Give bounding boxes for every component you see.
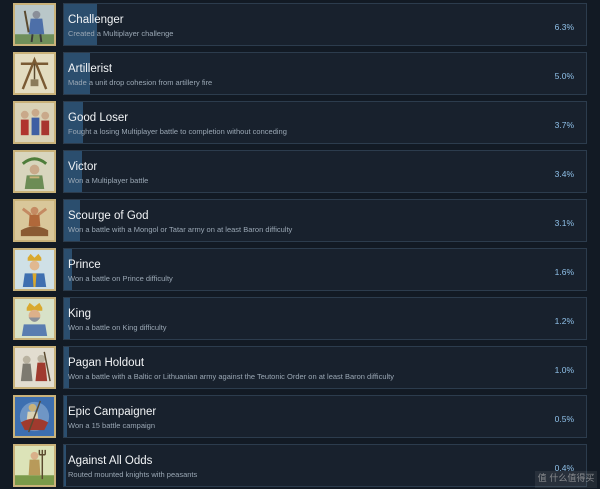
achievement-panel: Epic Campaigner Won a 15 battle campaign… [63,395,587,438]
achievement-title: Against All Odds [68,455,153,467]
achievement-title: Prince [68,259,101,271]
achievement-percent: 0.5% [554,414,574,424]
achievement-description: Won a 15 battle campaign [68,421,156,430]
peasant-pitchfork-icon [13,444,56,487]
achievement-panel: King Won a battle on King difficulty 1.2… [63,297,587,340]
achievement-percent: 5.0% [554,71,574,81]
achievement-row-victor[interactable]: Victor Won a Multiplayer battle 3.4% [13,150,587,194]
achievement-title: Artillerist [68,63,113,75]
achievement-percent: 3.7% [554,120,574,130]
achievement-title: Pagan Holdout [68,357,145,369]
pagan-warriors-icon [13,346,56,389]
achievement-panel: Challenger Created a Multiplayer challen… [63,3,587,46]
achievement-row-king[interactable]: King Won a battle on King difficulty 1.2… [13,297,587,341]
achievement-panel: Artillerist Made a unit drop cohesion fr… [63,52,587,95]
achievement-percent: 1.6% [554,267,574,277]
achievement-panel: Good Loser Fought a losing Multiplayer b… [63,101,587,144]
achievement-row-pagan-holdout[interactable]: Pagan Holdout Won a battle with a Baltic… [13,346,587,390]
achievement-percent: 1.0% [554,365,574,375]
achievement-title: Epic Campaigner [68,406,157,418]
soldiers-group-icon [13,101,56,144]
mongol-horseman-icon [13,199,56,242]
achievement-description: Won a battle with a Mongol or Tatar army… [68,225,293,234]
achievement-panel: Against All Odds Routed mounted knights … [63,444,587,487]
achievement-description: Won a battle with a Baltic or Lithuanian… [68,372,395,381]
achievement-row-good-loser[interactable]: Good Loser Fought a losing Multiplayer b… [13,101,587,145]
achievement-panel: Scourge of God Won a battle with a Mongo… [63,199,587,242]
achievement-title: King [68,308,92,320]
achievement-row-artillerist[interactable]: Artillerist Made a unit drop cohesion fr… [13,52,587,96]
achievement-panel: Prince Won a battle on Prince difficulty… [63,248,587,291]
achievement-row-challenger[interactable]: Challenger Created a Multiplayer challen… [13,3,587,47]
achievement-percent: 1.2% [554,316,574,326]
knight-standing-icon [13,3,56,46]
achievement-panel: Victor Won a Multiplayer battle 3.4% [63,150,587,193]
achievement-description: Fought a losing Multiplayer battle to co… [68,127,287,136]
achievement-title: Challenger [68,14,124,26]
trebuchet-icon [13,52,56,95]
achievement-row-against-all-odds[interactable]: Against All Odds Routed mounted knights … [13,444,587,488]
achievement-panel: Pagan Holdout Won a battle with a Baltic… [63,346,587,389]
achievement-percent: 6.3% [554,22,574,32]
laurel-king-icon [13,150,56,193]
achievement-title: Good Loser [68,112,129,124]
achievement-row-scourge-of-god[interactable]: Scourge of God Won a battle with a Mongo… [13,199,587,243]
achievement-description: Made a unit drop cohesion from artillery… [68,78,213,87]
watermark: 值 什么值得买 [535,471,597,488]
achievement-description: Won a battle on King difficulty [68,323,167,332]
achievement-description: Routed mounted knights with peasants [68,470,198,479]
progress-bar [64,445,66,486]
achievement-description: Won a Multiplayer battle [68,176,149,185]
achievement-title: Victor [68,161,98,173]
achievement-row-prince[interactable]: Prince Won a battle on Prince difficulty… [13,248,587,292]
achievement-description: Won a battle on Prince difficulty [68,274,173,283]
achievement-percent: 3.4% [554,169,574,179]
prince-portrait-icon [13,248,56,291]
achievement-list: Challenger Created a Multiplayer challen… [0,0,600,489]
crowned-king-icon [13,297,56,340]
mounted-knight-icon [13,395,56,438]
progress-bar [64,396,67,437]
achievement-percent: 3.1% [554,218,574,228]
achievement-title: Scourge of God [68,210,149,222]
achievement-row-epic-campaigner[interactable]: Epic Campaigner Won a 15 battle campaign… [13,395,587,439]
achievement-description: Created a Multiplayer challenge [68,29,174,38]
